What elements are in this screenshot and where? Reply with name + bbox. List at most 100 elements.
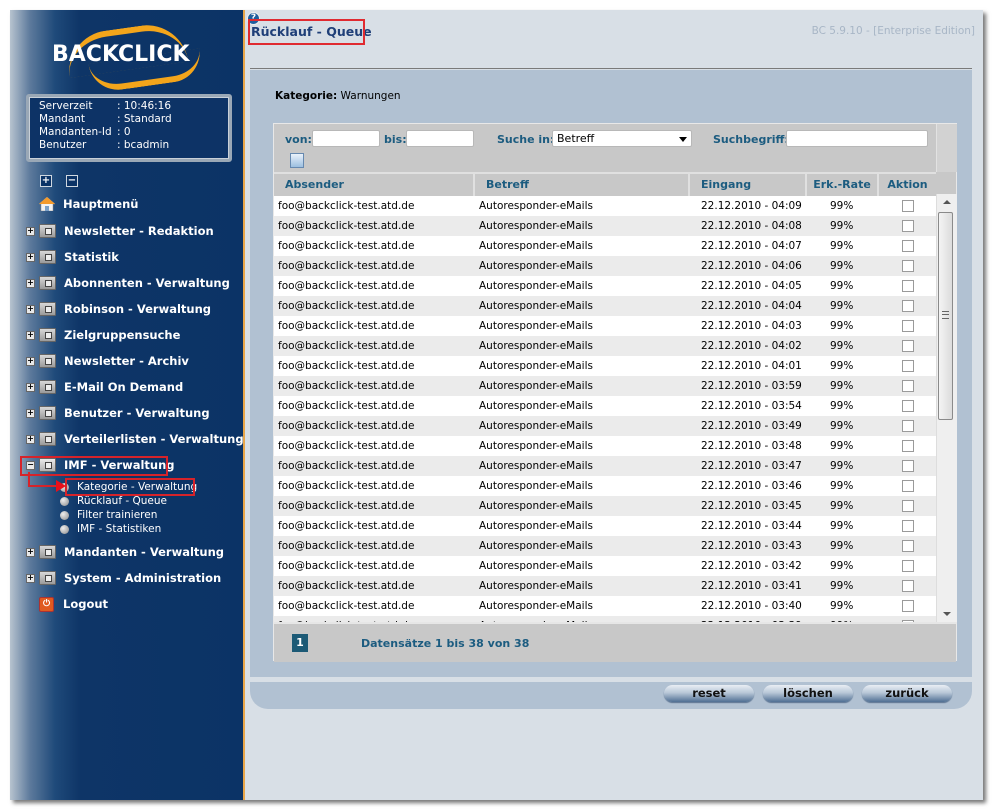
von-input[interactable] <box>312 130 380 147</box>
cell-absender: foo@backclick-test.atd.de <box>278 460 415 472</box>
row-checkbox[interactable] <box>902 460 914 472</box>
sidebar-item-label: Benutzer - Verwaltung <box>64 406 210 420</box>
row-checkbox[interactable] <box>902 440 914 452</box>
column-header-eingang[interactable]: Eingang <box>690 174 807 196</box>
row-checkbox[interactable] <box>902 560 914 572</box>
expand-icon[interactable]: + <box>26 547 35 557</box>
expand-icon[interactable]: + <box>26 252 35 262</box>
row-checkbox[interactable] <box>902 360 914 372</box>
cell-eingang: 22.12.2010 - 03:59 <box>701 380 802 392</box>
expand-icon[interactable]: + <box>26 573 35 583</box>
row-checkbox[interactable] <box>902 300 914 312</box>
row-checkbox[interactable] <box>902 320 914 332</box>
sidebar-item-logout[interactable]: ⏻ Logout <box>26 595 108 613</box>
table-row[interactable]: foo@backclick-test.atd.de Autoresponder-e… <box>274 536 936 556</box>
expand-icon[interactable]: + <box>26 382 35 392</box>
suche-in-select[interactable]: Betreff <box>552 130 692 147</box>
row-checkbox[interactable] <box>902 480 914 492</box>
row-checkbox[interactable] <box>902 500 914 512</box>
column-header-betreff[interactable]: Betreff <box>475 174 690 196</box>
sidebar-item-system-administration[interactable]: + System - Administration <box>26 569 221 587</box>
column-header-erk-rate[interactable]: Erk.-Rate <box>807 174 879 196</box>
row-checkbox[interactable] <box>902 260 914 272</box>
sidebar-item-newsletter-archiv[interactable]: + Newsletter - Archiv <box>26 352 189 370</box>
sidebar-subitem-ruecklauf-queue[interactable]: Rücklauf - Queue <box>60 494 167 508</box>
folder-icon <box>39 571 56 585</box>
expand-icon[interactable]: + <box>26 408 35 418</box>
sidebar-subitem-filter-trainieren[interactable]: Filter trainieren <box>60 508 157 522</box>
row-checkbox[interactable] <box>902 240 914 252</box>
column-header-absender[interactable]: Absender <box>274 174 475 196</box>
table-row[interactable]: foo@backclick-test.atd.de Autoresponder-e… <box>274 596 936 616</box>
row-checkbox[interactable] <box>902 380 914 392</box>
sidebar-item-newsletter-redaktion[interactable]: + Newsletter - Redaktion <box>26 222 214 240</box>
back-button[interactable]: zurück <box>862 685 952 702</box>
sidebar-item-mandanten-verwaltung[interactable]: + Mandanten - Verwaltung <box>26 543 224 561</box>
table-row[interactable]: foo@backclick-test.atd.de Autoresponder-e… <box>274 516 936 536</box>
sidebar-item-benutzer-verwaltung[interactable]: + Benutzer - Verwaltung <box>26 404 210 422</box>
row-checkbox[interactable] <box>902 600 914 612</box>
sidebar-item-statistik[interactable]: + Statistik <box>26 248 119 266</box>
table-row[interactable]: foo@backclick-test.atd.de Autoresponder-e… <box>274 356 936 376</box>
table-row[interactable]: foo@backclick-test.atd.de Autoresponder-e… <box>274 376 936 396</box>
table-row[interactable]: foo@backclick-test.atd.de Autoresponder-e… <box>274 436 936 456</box>
reset-button[interactable]: reset <box>664 685 754 702</box>
sidebar-item-zielgruppensuche[interactable]: + Zielgruppensuche <box>26 326 180 344</box>
row-checkbox[interactable] <box>902 340 914 352</box>
cell-erk-rate: 99% <box>830 460 854 472</box>
expand-icon[interactable]: + <box>26 330 35 340</box>
table-row[interactable]: foo@backclick-test.atd.de Autoresponder-e… <box>274 236 936 256</box>
table-row[interactable]: foo@backclick-test.atd.de Autoresponder-e… <box>274 316 936 336</box>
table-row[interactable]: foo@backclick-test.atd.de Autoresponder-e… <box>274 276 936 296</box>
table-row[interactable]: foo@backclick-test.atd.de Autoresponder-e… <box>274 216 936 236</box>
table-row[interactable]: foo@backclick-test.atd.de Autoresponder-e… <box>274 456 936 476</box>
expand-icon[interactable]: + <box>26 304 35 314</box>
row-checkbox[interactable] <box>902 420 914 432</box>
sidebar-item-verteilerlisten-verwaltung[interactable]: + Verteilerlisten - Verwaltung <box>26 430 244 448</box>
sidebar-item-abonnenten-verwaltung[interactable]: + Abonnenten - Verwaltung <box>26 274 230 292</box>
expand-icon[interactable]: + <box>26 356 35 366</box>
page-number-current[interactable]: 1 <box>292 634 308 652</box>
row-checkbox[interactable] <box>902 540 914 552</box>
expand-icon[interactable]: + <box>26 226 35 236</box>
expand-icon[interactable]: + <box>26 278 35 288</box>
table-header: Absender Betreff Eingang Erk.-Rate Aktio… <box>274 172 936 196</box>
table-row[interactable]: foo@backclick-test.atd.de Autoresponder-e… <box>274 336 936 356</box>
table-row[interactable]: foo@backclick-test.atd.de Autoresponder-e… <box>274 416 936 436</box>
table-row[interactable]: foo@backclick-test.atd.de Autoresponder-e… <box>274 396 936 416</box>
expand-all-button[interactable]: + <box>40 175 52 187</box>
scroll-up-icon[interactable] <box>943 200 951 204</box>
button-bar: reset löschen zurück <box>250 682 972 709</box>
delete-button[interactable]: löschen <box>763 685 853 702</box>
category-key: Kategorie: <box>275 90 338 102</box>
vertical-scrollbar[interactable] <box>936 194 957 622</box>
scroll-down-icon[interactable] <box>943 612 951 616</box>
bis-input[interactable] <box>406 130 474 147</box>
row-checkbox[interactable] <box>902 580 914 592</box>
cell-eingang: 22.12.2010 - 04:07 <box>701 240 802 252</box>
row-checkbox[interactable] <box>902 520 914 532</box>
table-row[interactable]: foo@backclick-test.atd.de Autoresponder-e… <box>274 556 936 576</box>
scrollbar-thumb[interactable] <box>938 212 953 420</box>
expand-icon[interactable]: + <box>26 434 35 444</box>
table-row[interactable]: foo@backclick-test.atd.de Autoresponder-e… <box>274 576 936 596</box>
table-row[interactable]: foo@backclick-test.atd.de Autoresponder-e… <box>274 256 936 276</box>
sidebar-item-email-on-demand[interactable]: + E-Mail On Demand <box>26 378 183 396</box>
collapse-all-button[interactable]: − <box>66 175 78 187</box>
row-checkbox[interactable] <box>902 280 914 292</box>
sidebar-item-hauptmenue[interactable]: Hauptmenü <box>26 195 138 213</box>
table-row[interactable]: foo@backclick-test.atd.de Autoresponder-e… <box>274 296 936 316</box>
table-row[interactable]: foo@backclick-test.atd.de Autoresponder-e… <box>274 476 936 496</box>
suchbegriff-input[interactable] <box>786 130 928 147</box>
sidebar-item-robinson-verwaltung[interactable]: + Robinson - Verwaltung <box>26 300 211 318</box>
column-header-aktion[interactable]: Aktion <box>879 174 936 196</box>
home-icon <box>38 196 56 212</box>
cell-absender: foo@backclick-test.atd.de <box>278 380 415 392</box>
row-checkbox[interactable] <box>902 200 914 212</box>
table-row[interactable]: foo@backclick-test.atd.de Autoresponder-e… <box>274 496 936 516</box>
row-checkbox[interactable] <box>902 400 914 412</box>
sidebar-subitem-imf-statistiken[interactable]: IMF - Statistiken <box>60 522 161 536</box>
row-checkbox[interactable] <box>902 220 914 232</box>
table-row[interactable]: foo@backclick-test.atd.de Autoresponder-e… <box>274 196 936 216</box>
search-icon[interactable] <box>290 153 304 168</box>
